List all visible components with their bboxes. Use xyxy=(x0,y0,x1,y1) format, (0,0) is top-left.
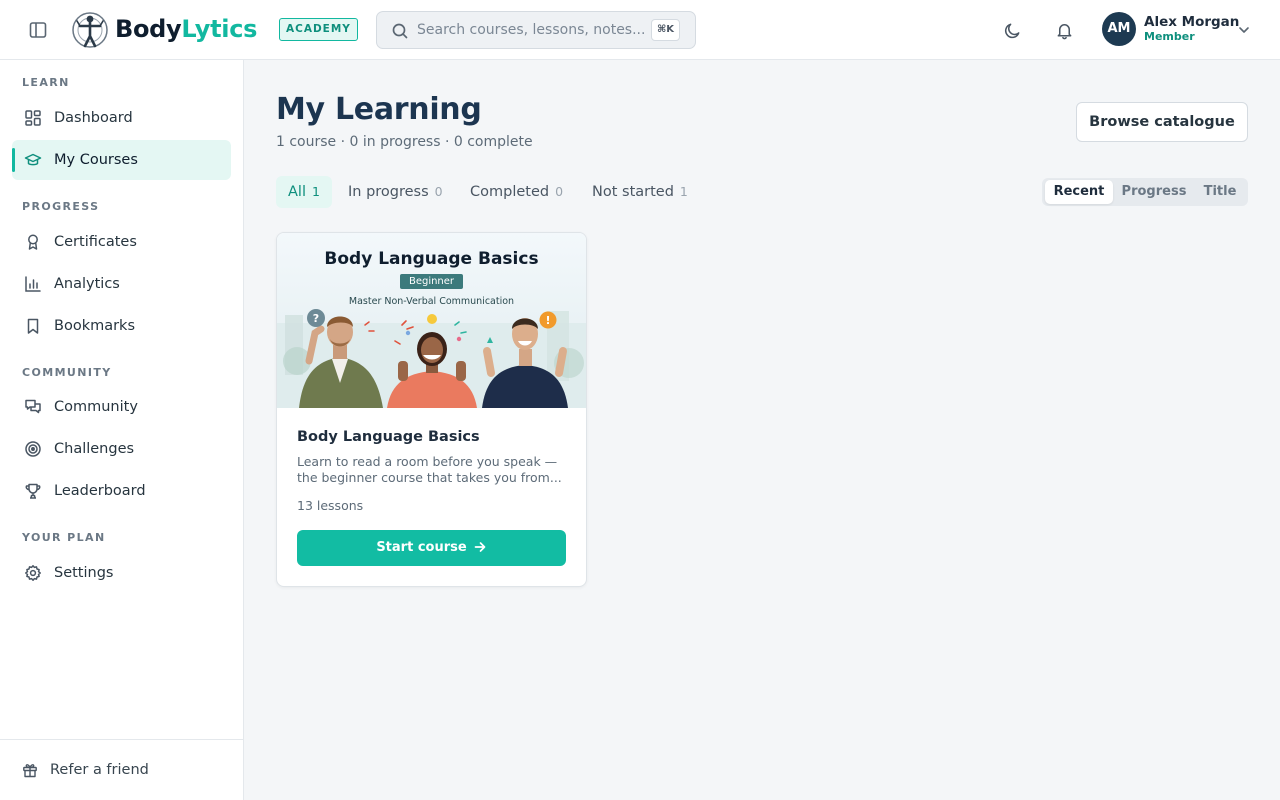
sidebar: LEARN Dashboard My Courses PROGRESS Cert… xyxy=(0,60,244,800)
filter-tab-in-progress[interactable]: In progress 0 xyxy=(340,176,452,208)
sort-option-title[interactable]: Title xyxy=(1195,180,1245,204)
sidebar-item-label: My Courses xyxy=(54,152,138,168)
user-role: Member xyxy=(1144,30,1195,43)
sidebar-toggle-icon xyxy=(29,22,47,38)
sidebar-item-label: Analytics xyxy=(54,276,120,292)
trophy-icon xyxy=(25,483,41,499)
section-label-plan: YOUR PLAN xyxy=(22,531,106,544)
course-lesson-count: 13 lessons xyxy=(297,498,364,513)
sidebar-item-label: Community xyxy=(54,399,138,415)
filter-label: In progress xyxy=(348,184,429,200)
sort-option-progress[interactable]: Progress xyxy=(1117,180,1191,204)
grid-icon xyxy=(25,110,41,126)
filter-tab-all[interactable]: All 1 xyxy=(276,176,332,208)
page-subtitle: 1 course · 0 in progress · 0 complete xyxy=(276,134,533,150)
section-label-community: COMMUNITY xyxy=(22,366,112,379)
sidebar-item-dashboard[interactable]: Dashboard xyxy=(12,98,231,138)
sidebar-item-challenges[interactable]: Challenges xyxy=(12,429,231,469)
sidebar-item-label: Leaderboard xyxy=(54,483,146,499)
sort-segmented-control: Recent Progress Title xyxy=(1042,178,1248,206)
search-shortcut-badge: ⌘K xyxy=(650,19,680,41)
sidebar-item-label: Bookmarks xyxy=(54,318,136,334)
section-label-learn: LEARN xyxy=(22,76,70,89)
sidebar-item-bookmarks[interactable]: Bookmarks xyxy=(12,306,231,346)
browse-catalogue-button[interactable]: Browse catalogue xyxy=(1076,102,1248,142)
brand-logo-icon[interactable] xyxy=(71,10,109,50)
course-title[interactable]: Body Language Basics xyxy=(297,428,480,446)
section-label-progress: PROGRESS xyxy=(22,200,100,213)
sidebar-item-label: Challenges xyxy=(54,441,135,457)
gear-icon xyxy=(25,565,41,581)
sidebar-item-settings[interactable]: Settings xyxy=(12,553,231,593)
sidebar-item-analytics[interactable]: Analytics xyxy=(12,264,231,304)
gift-icon xyxy=(23,764,37,778)
sidebar-item-community[interactable]: Community xyxy=(12,387,231,427)
brand-name[interactable]: BodyLytics xyxy=(115,14,257,44)
filter-count: 1 xyxy=(679,184,688,199)
sidebar-item-label: Certificates xyxy=(54,234,137,250)
bar-chart-icon xyxy=(25,276,41,292)
page-title: My Learning xyxy=(276,92,482,127)
search-icon xyxy=(392,23,408,39)
thumbnail-title: Body Language Basics xyxy=(324,249,539,269)
filter-count: 1 xyxy=(311,184,320,199)
filter-tab-completed[interactable]: Completed 0 xyxy=(462,176,574,208)
svg-text:!: ! xyxy=(545,314,550,327)
start-course-label: Start course xyxy=(376,540,467,555)
sidebar-item-certificates[interactable]: Certificates xyxy=(12,222,231,262)
sort-option-recent[interactable]: Recent xyxy=(1045,180,1113,204)
sidebar-item-my-courses[interactable]: My Courses xyxy=(12,140,231,180)
moon-icon xyxy=(1004,23,1019,38)
filter-label: All xyxy=(288,184,306,200)
filter-count: 0 xyxy=(434,184,443,199)
refer-friend-label: Refer a friend xyxy=(50,762,149,778)
filter-label: Completed xyxy=(470,184,550,200)
sidebar-item-label: Settings xyxy=(54,565,114,581)
course-card[interactable]: ? ! Body Language Basics Beginner Master… xyxy=(276,232,587,587)
user-name[interactable]: Alex Morgan xyxy=(1144,14,1239,31)
sidebar-item-label: Dashboard xyxy=(54,110,133,126)
academy-badge: ACADEMY xyxy=(279,18,358,41)
svg-text:?: ? xyxy=(313,312,319,325)
bell-icon xyxy=(1057,23,1071,39)
target-icon xyxy=(25,441,41,457)
sidebar-toggle-button[interactable] xyxy=(26,18,50,42)
theme-toggle-button[interactable] xyxy=(1000,18,1024,42)
top-header: BodyLytics ACADEMY Search courses, lesso… xyxy=(0,0,1280,60)
search-placeholder: Search courses, lessons, notes... xyxy=(417,22,646,38)
award-icon xyxy=(28,234,38,250)
graduation-cap-icon xyxy=(24,153,42,166)
thumbnail-tagline: Master Non-Verbal Communication xyxy=(348,296,515,307)
start-course-button[interactable]: Start course xyxy=(297,530,566,566)
chat-icon xyxy=(25,399,41,414)
chevron-down-icon[interactable] xyxy=(1236,22,1252,38)
filter-count: 0 xyxy=(555,184,564,199)
search-input[interactable]: Search courses, lessons, notes... ⌘K xyxy=(376,11,696,49)
filter-tab-not-started[interactable]: Not started 1 xyxy=(584,176,696,208)
course-thumbnail[interactable]: ? ! Body Language Basics Beginner Master… xyxy=(277,233,586,408)
filter-label: Not started xyxy=(592,184,674,200)
bookmark-icon xyxy=(27,318,39,334)
notifications-button[interactable] xyxy=(1052,18,1076,42)
avatar[interactable]: AM xyxy=(1102,12,1136,46)
refer-friend-link[interactable]: Refer a friend xyxy=(0,739,243,800)
arrow-right-icon xyxy=(474,541,486,552)
course-description: Learn to read a room before you speak — … xyxy=(297,454,562,485)
thumbnail-level-badge: Beginner xyxy=(400,274,463,289)
sidebar-item-leaderboard[interactable]: Leaderboard xyxy=(12,471,231,511)
